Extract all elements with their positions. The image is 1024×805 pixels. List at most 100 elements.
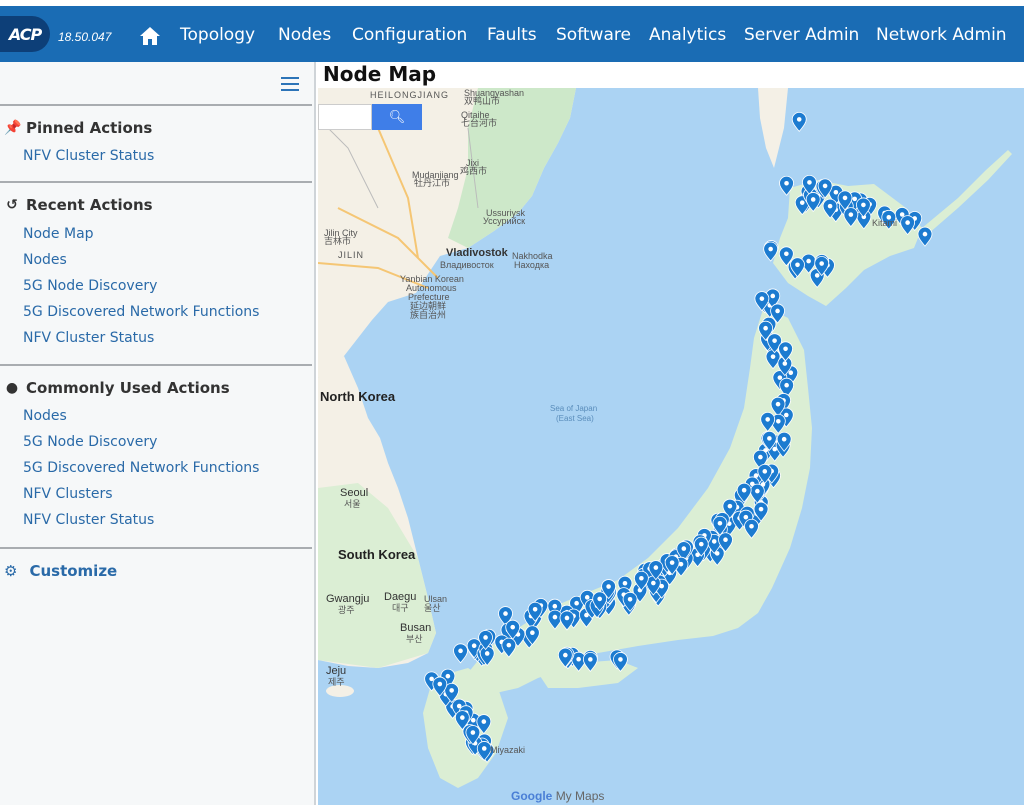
node-marker-dot bbox=[510, 624, 516, 630]
map-search-button[interactable]: 🔍︎ bbox=[372, 104, 422, 130]
common-nfv-cluster-status[interactable]: NFV Cluster Status bbox=[23, 512, 154, 528]
map-label: 제주 bbox=[328, 677, 345, 687]
node-marker-dot bbox=[777, 375, 783, 380]
recent-5g-node-discovery[interactable]: 5G Node Discovery bbox=[23, 278, 157, 294]
node-marker-dot bbox=[822, 183, 828, 189]
customize-button[interactable]: ⚙ Customize bbox=[4, 562, 117, 580]
node-marker-dot bbox=[584, 595, 590, 600]
sidebar-divider bbox=[0, 364, 312, 366]
common-nodes[interactable]: Nodes bbox=[23, 408, 67, 424]
node-marker-dot bbox=[741, 487, 747, 493]
nav-network-admin[interactable]: Network Admin bbox=[876, 25, 1007, 45]
node-marker-dot bbox=[618, 657, 623, 662]
node-marker-dot bbox=[717, 520, 723, 526]
map-label: 吉林市 bbox=[324, 236, 352, 246]
node-marker-dot bbox=[552, 603, 558, 609]
map-label: 鸡西市 bbox=[460, 166, 488, 176]
map-label: Находка bbox=[514, 260, 550, 270]
acp-logo[interactable]: ACP bbox=[0, 16, 50, 52]
common-5g-discovered-nf[interactable]: 5G Discovered Network Functions bbox=[23, 460, 259, 476]
hamburger-icon[interactable] bbox=[281, 77, 299, 91]
node-marker-dot bbox=[552, 614, 558, 620]
sidebar-divider bbox=[0, 181, 312, 183]
map-label: Gwangju bbox=[326, 593, 370, 605]
version-label: 18.50.047 bbox=[58, 30, 112, 44]
common-actions-heading: ● Commonly Used Actions bbox=[4, 379, 230, 397]
map-label: Vladivostok bbox=[446, 247, 508, 259]
map-label: 울산 bbox=[424, 603, 441, 613]
pinned-nfv-cluster-status[interactable]: NFV Cluster Status bbox=[23, 148, 154, 164]
node-marker-dot bbox=[762, 469, 768, 474]
node-marker-pin-icon[interactable] bbox=[917, 226, 933, 247]
home-icon[interactable] bbox=[139, 26, 161, 46]
map-label: 부산 bbox=[406, 634, 423, 644]
node-marker-dot bbox=[627, 597, 633, 602]
node-marker-dot bbox=[827, 203, 833, 209]
nav-nodes[interactable]: Nodes bbox=[278, 25, 331, 45]
common-5g-node-discovery[interactable]: 5G Node Discovery bbox=[23, 434, 157, 450]
nav-analytics[interactable]: Analytics bbox=[649, 25, 726, 45]
node-marker-dot bbox=[606, 584, 611, 589]
map-label: 双鸭山市 bbox=[464, 96, 501, 106]
nav-configuration[interactable]: Configuration bbox=[352, 25, 467, 45]
pinned-actions-title: Pinned Actions bbox=[26, 119, 153, 137]
node-marker-dot bbox=[532, 606, 538, 612]
recent-5g-discovered-nf[interactable]: 5G Discovered Network Functions bbox=[23, 304, 259, 320]
node-marker-dot bbox=[848, 212, 854, 217]
node-marker-dot bbox=[861, 202, 866, 208]
pushpin-icon: 📌 bbox=[4, 120, 22, 136]
node-marker-pin-icon[interactable] bbox=[453, 643, 468, 664]
node-marker-dot bbox=[784, 180, 789, 186]
recent-nodes[interactable]: Nodes bbox=[23, 252, 67, 268]
node-map[interactable]: 🔍︎ HEILONGJIANG Shuangyashan 双鸭山市 Qitaih… bbox=[318, 88, 1024, 805]
map-label: Владивосток bbox=[440, 260, 494, 270]
recent-actions-title: Recent Actions bbox=[26, 196, 153, 214]
node-marker-dot bbox=[788, 370, 794, 375]
recent-node-map[interactable]: Node Map bbox=[23, 226, 94, 242]
pinned-actions-heading: 📌 Pinned Actions bbox=[4, 119, 152, 137]
node-marker-dot bbox=[639, 575, 644, 581]
node-marker-dot bbox=[783, 412, 789, 418]
node-marker-dot bbox=[784, 382, 789, 388]
map-label: 七台河市 bbox=[461, 118, 498, 128]
node-marker-dot bbox=[669, 560, 675, 565]
common-nfv-clusters[interactable]: NFV Clusters bbox=[23, 486, 113, 502]
node-marker-dot bbox=[905, 220, 910, 225]
node-marker-dot bbox=[574, 600, 579, 606]
node-marker-dot bbox=[470, 717, 476, 723]
map-label: 族自治州 bbox=[410, 310, 447, 320]
circle-icon: ● bbox=[5, 380, 19, 396]
node-marker-dot bbox=[833, 189, 839, 195]
node-marker-dot bbox=[470, 730, 476, 735]
node-marker-dot bbox=[727, 503, 733, 509]
nav-topology[interactable]: Topology bbox=[180, 25, 255, 45]
node-marker-dot bbox=[768, 246, 773, 252]
node-marker-dot bbox=[723, 537, 728, 543]
node-marker-dot bbox=[503, 611, 508, 616]
node-marker-dot bbox=[481, 719, 487, 724]
nav-server-admin[interactable]: Server Admin bbox=[744, 25, 859, 45]
map-search-input[interactable] bbox=[318, 104, 372, 130]
search-icon: 🔍︎ bbox=[388, 109, 406, 124]
customize-label: Customize bbox=[29, 562, 118, 580]
node-marker-dot bbox=[776, 418, 781, 424]
nav-software[interactable]: Software bbox=[556, 25, 631, 45]
node-marker-dot bbox=[484, 651, 490, 656]
node-marker-dot bbox=[597, 596, 602, 602]
top-nav-bar: ACP 18.50.047 Topology Nodes Configurati… bbox=[0, 0, 1024, 62]
node-marker-dot bbox=[922, 231, 928, 237]
node-marker-dot bbox=[576, 656, 581, 662]
node-marker-dot bbox=[458, 648, 463, 654]
node-marker-pin-icon[interactable] bbox=[791, 111, 807, 132]
node-marker-dot bbox=[743, 514, 749, 520]
sidebar: 📌 Pinned Actions NFV Cluster Status ↺ Re… bbox=[0, 62, 316, 805]
map-label: 서울 bbox=[344, 499, 361, 509]
node-marker-dot bbox=[842, 195, 848, 201]
node-marker-dot bbox=[775, 401, 781, 407]
map-land bbox=[318, 88, 1012, 788]
nav-faults[interactable]: Faults bbox=[487, 25, 537, 45]
recent-nfv-cluster-status[interactable]: NFV Cluster Status bbox=[23, 330, 154, 346]
node-marker-dot bbox=[758, 454, 763, 460]
node-marker-dot bbox=[807, 180, 812, 185]
node-marker-dot bbox=[530, 630, 535, 636]
